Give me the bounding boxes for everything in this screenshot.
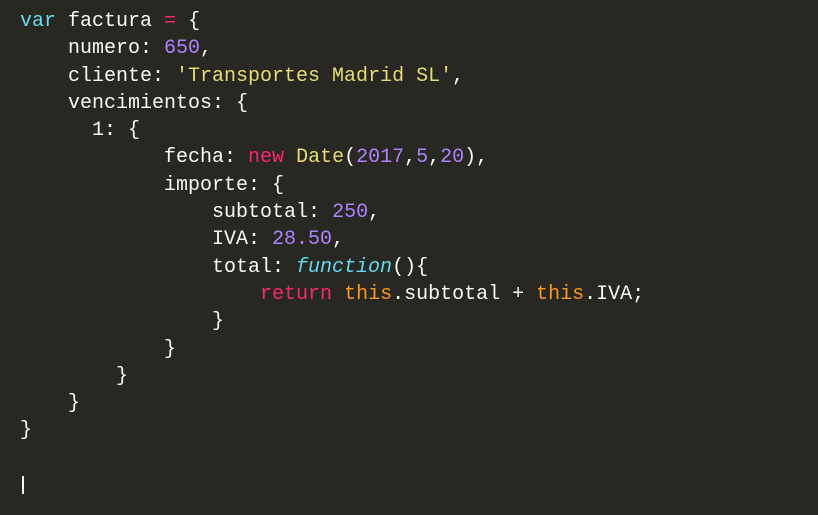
code-line-2: numero: 650, xyxy=(20,35,818,62)
number-literal: 5 xyxy=(416,146,429,170)
code-line-12: } xyxy=(20,308,818,335)
keyword-var: var xyxy=(20,10,57,33)
code-line-7: importe: { xyxy=(20,172,818,199)
variable-name: factura xyxy=(56,10,165,33)
code-line-14: } xyxy=(20,363,818,390)
closing-brace: } xyxy=(20,310,225,334)
closing-brace: } xyxy=(20,337,177,361)
closing-brace: } xyxy=(20,392,81,416)
punctuation: (){ xyxy=(392,255,429,279)
code-line-16: } xyxy=(20,417,818,444)
property-key: cliente: xyxy=(20,64,177,88)
number-literal: 650 xyxy=(164,37,201,61)
text-cursor xyxy=(22,475,24,494)
property-access: .subtotal xyxy=(392,282,513,306)
code-line-1: var factura = { xyxy=(20,8,818,35)
keyword-return: return xyxy=(260,282,333,306)
operator-assign: = xyxy=(164,10,177,33)
code-line-15: } xyxy=(20,390,818,417)
code-line-6: fecha: new Date(2017,5,20), xyxy=(20,144,818,171)
keyword-function: function xyxy=(296,255,393,279)
code-line-11: return this.subtotal + this.IVA; xyxy=(20,281,818,308)
paren-open: ( xyxy=(344,146,357,170)
brace: { xyxy=(176,10,201,33)
closing-brace: } xyxy=(20,364,129,388)
punctuation: , xyxy=(368,201,381,225)
code-line-5: 1: { xyxy=(20,117,818,144)
punctuation: ), xyxy=(464,146,489,170)
punctuation: , xyxy=(332,228,345,252)
code-line-10: total: function(){ xyxy=(20,254,818,281)
code-line-13: } xyxy=(20,336,818,363)
number-literal: 28.50 xyxy=(272,228,333,252)
property-access: .IVA; xyxy=(584,282,645,306)
code-line-18[interactable] xyxy=(20,472,818,499)
keyword-new: new xyxy=(248,146,285,170)
punctuation: , xyxy=(200,37,213,61)
number-literal: 250 xyxy=(332,201,369,225)
property-key: total: xyxy=(20,255,297,279)
closing-brace: } xyxy=(20,419,33,443)
class-name: Date xyxy=(284,146,345,170)
number-literal: 2017 xyxy=(356,146,405,170)
keyword-this: this xyxy=(524,282,585,306)
punctuation: , xyxy=(452,64,465,88)
code-line-4: vencimientos: { xyxy=(20,90,818,117)
property-key: numero: xyxy=(20,37,165,61)
property-key: subtotal: xyxy=(20,201,333,225)
code-line-8: subtotal: 250, xyxy=(20,199,818,226)
code-line-9: IVA: 28.50, xyxy=(20,226,818,253)
number-literal: 20 xyxy=(440,146,465,170)
property-key: fecha: xyxy=(20,146,249,170)
comma: , xyxy=(428,146,441,170)
operator-plus: + xyxy=(512,282,525,306)
string-literal: 'Transportes Madrid SL' xyxy=(176,64,453,88)
property-key: 1: { xyxy=(20,119,141,143)
property-key: IVA: xyxy=(20,228,273,252)
property-key: vencimientos: { xyxy=(20,91,249,115)
code-line-3: cliente: 'Transportes Madrid SL', xyxy=(20,63,818,90)
property-key: importe: { xyxy=(20,173,285,197)
code-editor[interactable]: var factura = { numero: 650, cliente: 'T… xyxy=(0,0,818,515)
keyword-this: this xyxy=(332,282,393,306)
comma: , xyxy=(404,146,417,170)
